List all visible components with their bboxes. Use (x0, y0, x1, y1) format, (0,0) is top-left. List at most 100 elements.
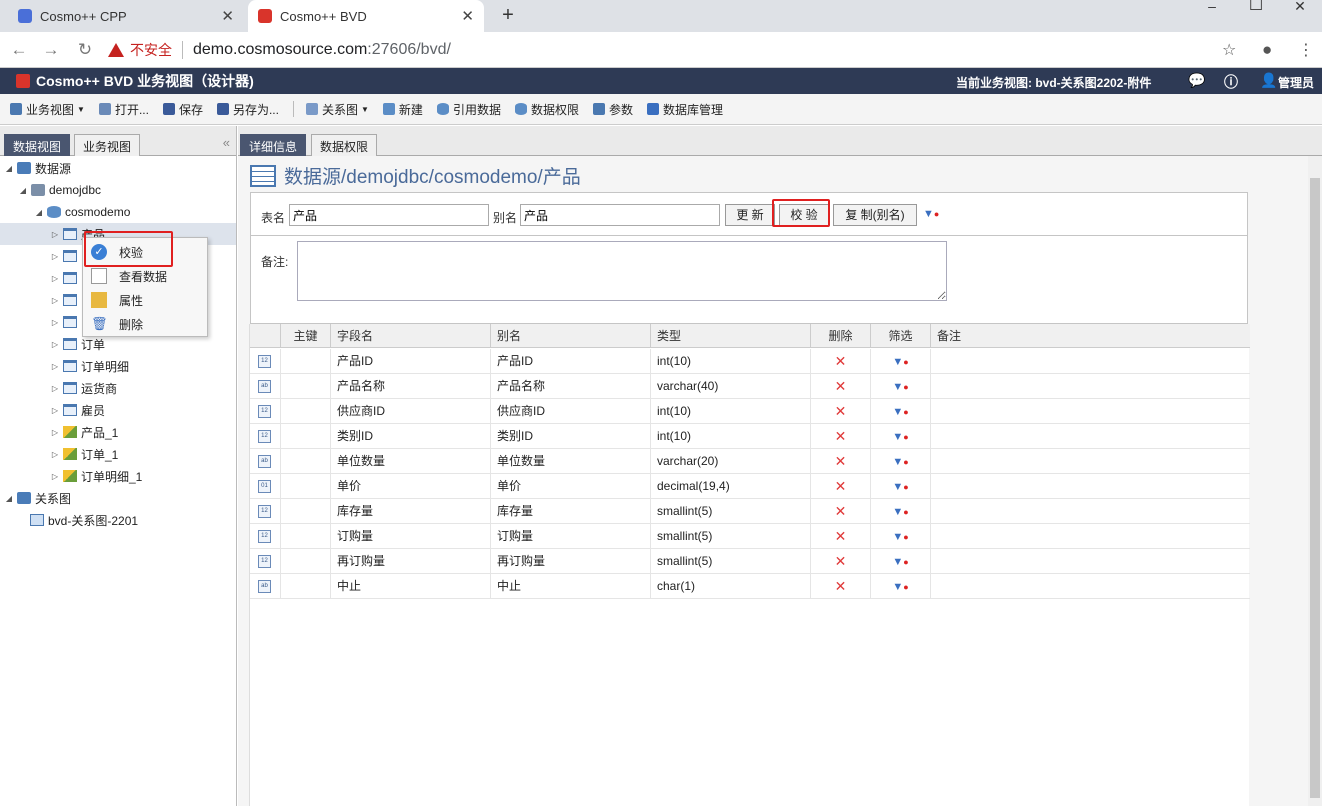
update-button[interactable]: 更 新 (725, 204, 775, 226)
tree-node-datasource[interactable]: ◢ 数据源 (4, 157, 71, 179)
collapsed-icon[interactable]: ▷ (50, 340, 60, 349)
open-button[interactable]: 打开... (98, 101, 149, 118)
pk-cell[interactable] (280, 374, 330, 399)
chat-icon[interactable]: 💬 (1188, 72, 1205, 89)
save-as-button[interactable]: 另存为... (216, 101, 279, 118)
delete-icon[interactable]: ✕ (835, 403, 847, 419)
vertical-scrollbar[interactable] (1308, 156, 1322, 806)
pk-cell[interactable] (280, 549, 330, 574)
filter-icon[interactable]: ▼● (892, 581, 908, 593)
delete-icon[interactable]: ✕ (835, 578, 847, 594)
alias-cell[interactable]: 单价 (490, 474, 650, 499)
tree-node-hidden-4[interactable]: ▷ (50, 311, 81, 333)
remark-cell[interactable] (930, 499, 1250, 524)
window-close-icon[interactable]: ✕ (1278, 0, 1322, 13)
pk-cell[interactable] (280, 499, 330, 524)
tab-details[interactable]: 详细信息 (240, 134, 307, 156)
delete-icon[interactable]: ✕ (835, 478, 847, 494)
delete-icon[interactable]: ✕ (835, 503, 847, 519)
filter-icon[interactable]: ▼● (892, 431, 908, 443)
maximize-icon[interactable]: ☐ (1234, 0, 1278, 14)
remark-cell[interactable] (930, 549, 1250, 574)
tab-business-view[interactable]: 业务视图 (74, 134, 141, 156)
tree-node-bvd-relation[interactable]: bvd-关系图-2201 (30, 509, 138, 531)
expanded-icon[interactable]: ◢ (34, 208, 44, 217)
table-row[interactable]: ab 中止 中止 char(1) ✕ ▼● (250, 574, 1250, 599)
business-view-menu-button[interactable]: 业务视图 ▼ (10, 101, 85, 118)
user-icon[interactable]: 👤 (1260, 72, 1277, 89)
collapsed-icon[interactable]: ▷ (50, 428, 60, 437)
remark-cell[interactable] (930, 449, 1250, 474)
tree-node-order-detail[interactable]: ▷ 订单明细 (50, 355, 129, 377)
collapsed-icon[interactable]: ▷ (50, 406, 60, 415)
minimize-icon[interactable]: – (1190, 0, 1234, 13)
filter-icon[interactable]: ▼● (892, 506, 908, 518)
bookmark-star-icon[interactable]: ☆ (1222, 40, 1236, 60)
browser-tab-bvd[interactable]: Cosmo++ BVD ✕ (248, 0, 484, 32)
table-name-input[interactable] (289, 204, 489, 226)
remark-cell[interactable] (930, 424, 1250, 449)
table-row[interactable]: 12 订购量 订购量 smallint(5) ✕ ▼● (250, 524, 1250, 549)
alias-cell[interactable]: 产品ID (490, 349, 650, 374)
tree-node-employee[interactable]: ▷ 雇员 (50, 399, 105, 421)
alias-cell[interactable]: 产品名称 (490, 374, 650, 399)
collapsed-icon[interactable]: ▷ (50, 274, 60, 283)
tree-node-hidden-2[interactable]: ▷ (50, 267, 81, 289)
forward-icon[interactable]: → (40, 41, 62, 59)
data-permission-button[interactable]: 数据权限 (514, 101, 579, 118)
table-row[interactable]: 12 产品ID 产品ID int(10) ✕ ▼● (250, 349, 1250, 374)
tab-data-permission[interactable]: 数据权限 (311, 134, 378, 156)
pk-cell[interactable] (280, 524, 330, 549)
close-tab-icon[interactable]: ✕ (221, 7, 234, 25)
delete-icon[interactable]: ✕ (835, 553, 847, 569)
delete-icon[interactable]: ✕ (835, 528, 847, 544)
expanded-icon[interactable]: ◢ (4, 494, 14, 503)
menu-item-view-data[interactable]: 查看数据 (83, 264, 207, 288)
copy-alias-button[interactable]: 复 制(别名) (833, 204, 917, 226)
remark-cell[interactable] (930, 524, 1250, 549)
collapsed-icon[interactable]: ▷ (50, 318, 60, 327)
filter-icon[interactable]: ▼● (923, 208, 939, 220)
filter-icon[interactable]: ▼● (892, 406, 908, 418)
browser-tab-cpp[interactable]: Cosmo++ CPP ✕ (8, 0, 244, 32)
tree-node-hidden-3[interactable]: ▷ (50, 289, 81, 311)
info-icon[interactable]: ⓘ (1224, 72, 1238, 92)
remark-cell[interactable] (930, 349, 1250, 374)
menu-item-delete[interactable]: 🗑 删除 (83, 312, 207, 336)
browser-menu-icon[interactable]: ⋮ (1298, 40, 1314, 60)
table-row[interactable]: 12 供应商ID 供应商ID int(10) ✕ ▼● (250, 399, 1250, 424)
remark-textarea[interactable] (297, 241, 947, 301)
pk-cell[interactable] (280, 399, 330, 424)
tree-node-order-1[interactable]: ▷ 订单_1 (50, 443, 118, 465)
tree-node-hidden-1[interactable]: ▷ (50, 245, 81, 267)
table-row[interactable]: ab 产品名称 产品名称 varchar(40) ✕ ▼● (250, 374, 1250, 399)
collapsed-icon[interactable]: ▷ (50, 230, 60, 239)
pk-cell[interactable] (280, 424, 330, 449)
table-row[interactable]: 12 库存量 库存量 smallint(5) ✕ ▼● (250, 499, 1250, 524)
expanded-icon[interactable]: ◢ (4, 164, 14, 173)
tree-node-shipper[interactable]: ▷ 运货商 (50, 377, 117, 399)
filter-icon[interactable]: ▼● (892, 381, 908, 393)
url-field[interactable]: 不安全 demo.cosmosource.com :27606/bvd/ (108, 36, 1258, 64)
tree-node-cosmodemo[interactable]: ◢ cosmodemo (34, 201, 130, 223)
alias-cell[interactable]: 单位数量 (490, 449, 650, 474)
filter-icon[interactable]: ▼● (892, 481, 908, 493)
table-row[interactable]: ab 单位数量 单位数量 varchar(20) ✕ ▼● (250, 449, 1250, 474)
delete-icon[interactable]: ✕ (835, 378, 847, 394)
filter-icon[interactable]: ▼● (892, 356, 908, 368)
back-icon[interactable]: ← (8, 41, 30, 59)
tree-node-relation[interactable]: ◢ 关系图 (4, 487, 71, 509)
new-button[interactable]: 新建 (382, 101, 423, 118)
collapsed-icon[interactable]: ▷ (50, 252, 60, 261)
scrollbar-thumb[interactable] (1310, 178, 1320, 798)
remark-cell[interactable] (930, 399, 1250, 424)
filter-icon[interactable]: ▼● (892, 556, 908, 568)
menu-item-properties[interactable]: 属性 (83, 288, 207, 312)
remark-cell[interactable] (930, 374, 1250, 399)
delete-icon[interactable]: ✕ (835, 428, 847, 444)
alias-cell[interactable]: 再订购量 (490, 549, 650, 574)
relation-menu-button[interactable]: 关系图 ▼ (305, 101, 369, 118)
security-warning[interactable]: 不安全 (108, 40, 172, 60)
alias-cell[interactable]: 类别ID (490, 424, 650, 449)
user-name[interactable]: 管理员 (1278, 74, 1314, 91)
